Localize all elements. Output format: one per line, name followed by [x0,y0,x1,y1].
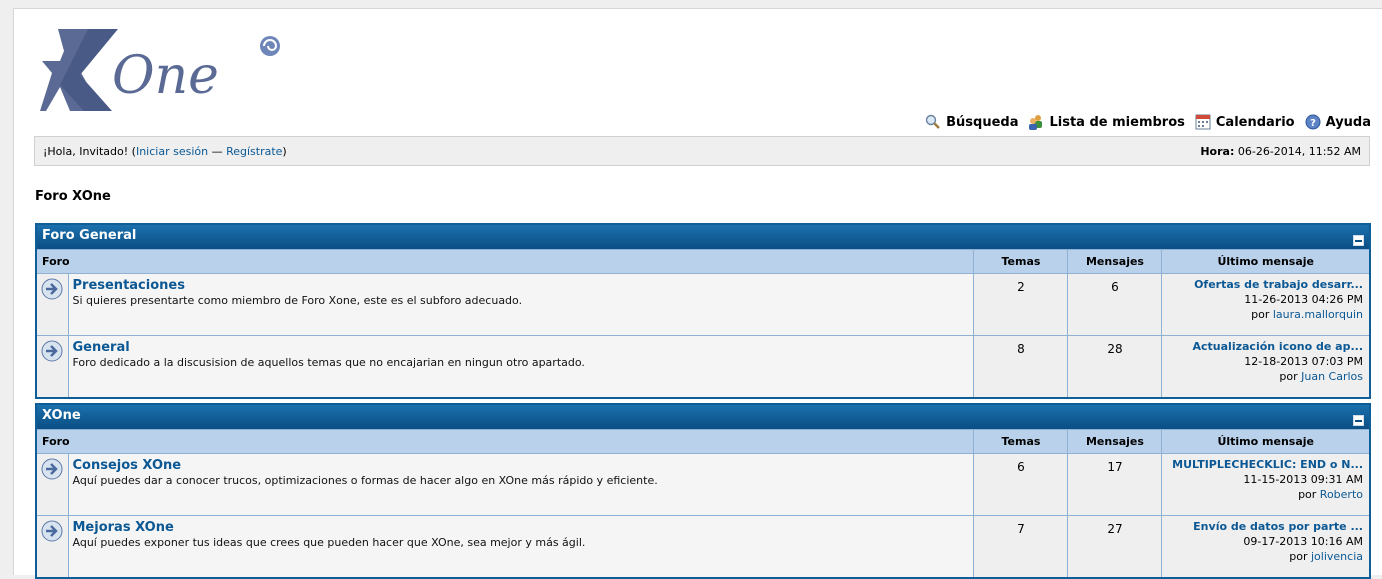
last-post-link[interactable]: Actualización icono de ap... [1166,339,1363,354]
server-time: Hora: 06-26-2014, 11:52 AM [1200,145,1361,158]
search-icon [925,114,940,129]
col-last-post: Último mensaje [1161,249,1371,274]
forum-status-icon [35,453,69,516]
category-table-foro-general: Foro General Foro Temas Mensajes Último … [35,223,1371,399]
last-post-author: por Roberto [1298,488,1363,501]
forum-name-link[interactable]: Consejos XOne [73,458,970,473]
forum-row: Presentaciones Si quieres presentarte com… [35,273,1371,336]
col-last-post: Último mensaje [1161,429,1371,454]
last-post-author: por laura.mallorquin [1251,308,1363,321]
calendar-link-label: Calendario [1215,114,1295,130]
last-post-date: 09-17-2013 10:16 AM [1243,535,1363,548]
page: One Búsqueda Lista de miembros Calendari… [13,8,1382,579]
category-table-xone: XOne Foro Temas Mensajes Último mensaje … [35,403,1371,579]
forum-description: Aquí puedes dar a conocer trucos, optimi… [72,474,658,487]
forum-status-icon [35,335,69,399]
post-count: 6 [1067,273,1163,336]
last-post-cell: MULTIPLECHECKLIC: END o N... 11-15-2013 0… [1161,453,1371,516]
topic-count: 8 [973,335,1069,399]
last-post-author: por jolivencia [1289,550,1363,563]
welcome-bar: ¡Hola, Invitado! (Iniciar sesión — Regís… [34,136,1370,166]
col-topics: Temas [973,429,1069,454]
topic-count: 6 [973,453,1069,516]
category-header: Foro General [35,223,1371,250]
forum-name-link[interactable]: Presentaciones [73,278,970,293]
time-value: 06-26-2014, 11:52 AM [1234,144,1361,158]
paren-close: ) [282,144,287,158]
forum-status-icon [35,515,69,579]
category-title: XOne [42,408,81,423]
member-list-label: Lista de miembros [1049,114,1185,130]
col-posts: Mensajes [1067,429,1163,454]
login-link[interactable]: Iniciar sesión [136,145,208,158]
post-count: 28 [1067,335,1163,399]
help-icon: ? [1305,114,1321,130]
svg-text:One: One [112,46,219,106]
welcome-message: ¡Hola, Invitado! (Iniciar sesión — Regís… [43,145,287,158]
svg-text:?: ? [1310,118,1316,129]
last-post-date: 11-15-2013 09:31 AM [1243,473,1363,486]
last-post-date: 12-18-2013 07:03 PM [1244,355,1363,368]
forum-row: Consejos XOne Aquí puedes dar a conocer t… [35,453,1371,516]
forum-description: Aquí puedes exponer tus ideas que crees … [72,536,586,549]
help-link-label: Ayuda [1325,114,1371,130]
last-post-link[interactable]: Ofertas de trabajo desarr... [1166,277,1363,292]
member-list-link[interactable]: Lista de miembros [1028,114,1185,130]
forum-name-link[interactable]: General [73,340,970,355]
col-forum: Foro [35,429,975,454]
search-link[interactable]: Búsqueda [925,114,1018,130]
by-label: por [1298,488,1320,501]
top-links: Búsqueda Lista de miembros Calendario ? … [925,114,1371,130]
greeting-text: ¡Hola, Invitado! ( [43,144,136,158]
last-post-date: 11-26-2013 04:26 PM [1244,293,1363,306]
calendar-link[interactable]: Calendario [1195,114,1295,130]
category-header: XOne [35,403,1371,430]
col-topics: Temas [973,249,1069,274]
calendar-icon [1195,114,1211,130]
forum-name-link[interactable]: Mejoras XOne [73,520,970,535]
author-link[interactable]: laura.mallorquin [1273,308,1363,321]
author-link[interactable]: Juan Carlos [1301,370,1363,383]
help-link[interactable]: ? Ayuda [1305,114,1371,130]
forum-row: General Foro dedicado a la discusision de… [35,335,1371,399]
members-icon [1029,115,1043,130]
forum-description: Si quieres presentarte como miembro de F… [72,294,523,307]
register-link[interactable]: Regístrate [226,145,282,158]
by-label: por [1251,308,1273,321]
category-title: Foro General [42,228,137,243]
last-post-cell: Actualización icono de ap... 12-18-2013 0… [1161,335,1371,399]
last-post-link[interactable]: Envío de datos por parte ... [1166,519,1363,534]
post-count: 27 [1067,515,1163,579]
separator-text: — [208,144,227,158]
topic-count: 7 [973,515,1069,579]
last-post-cell: Ofertas de trabajo desarr... 11-26-2013 0… [1161,273,1371,336]
author-link[interactable]: Roberto [1320,488,1363,501]
forum-row: Mejoras XOne Aquí puedes exponer tus idea… [35,515,1371,579]
topic-count: 2 [973,273,1069,336]
xone-logo[interactable]: One [40,27,280,113]
search-link-label: Búsqueda [946,114,1019,130]
last-post-link[interactable]: MULTIPLECHECKLIC: END o N... [1166,457,1363,472]
page-title: Foro XOne [35,189,111,204]
author-link[interactable]: jolivencia [1311,550,1363,563]
time-label: Hora: [1200,144,1235,158]
col-forum: Foro [35,249,975,274]
by-label: por [1289,550,1311,563]
last-post-author: por Juan Carlos [1279,370,1363,383]
post-count: 17 [1067,453,1163,516]
last-post-cell: Envío de datos por parte ... 09-17-2013 1… [1161,515,1371,579]
forum-description: Foro dedicado a la discusision de aquell… [72,356,585,369]
by-label: por [1279,370,1302,383]
col-posts: Mensajes [1067,249,1163,274]
collapse-icon[interactable] [1353,415,1364,426]
forum-status-icon [35,273,69,336]
collapse-icon[interactable] [1353,235,1364,246]
